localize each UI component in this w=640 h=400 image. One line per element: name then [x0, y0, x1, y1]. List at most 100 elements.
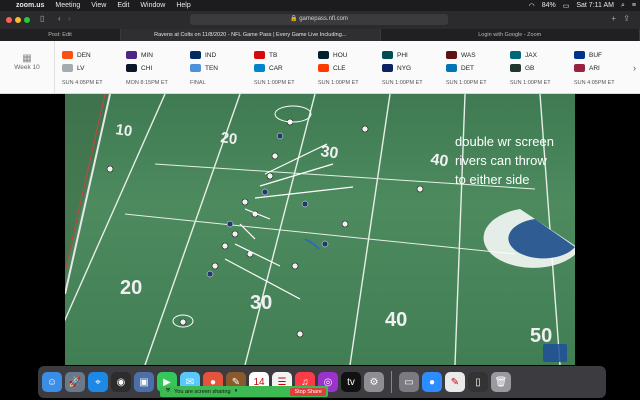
team-name: GB — [525, 64, 535, 72]
share-status-text: You are screen sharing — [174, 388, 231, 395]
team-logo — [446, 51, 457, 59]
game-time: FINAL — [190, 80, 206, 86]
minimize-window-button[interactable] — [15, 17, 21, 23]
week-label: Week 10 — [14, 64, 40, 71]
launchpad-icon[interactable]: 🚀 — [65, 372, 85, 392]
team-name: MIN — [141, 51, 153, 59]
battery-percent[interactable]: 84% — [542, 2, 556, 9]
team-name: WAS — [461, 51, 476, 59]
team-name: NYG — [397, 64, 412, 72]
game-card[interactable]: PHI NYG SUN 1:00PM ET — [378, 41, 440, 93]
address-text: gamepass.nfl.com — [299, 16, 348, 22]
yard-number: 30 — [319, 143, 339, 162]
lock-icon: 🔒 — [290, 16, 298, 22]
safari-icon[interactable]: ⌖ — [88, 372, 108, 392]
address-bar[interactable]: 🔒 gamepass.nfl.com — [190, 14, 448, 25]
game-card[interactable]: HOU CLE SUN 1:00PM ET — [314, 41, 376, 93]
team-name: CHI — [141, 64, 153, 72]
screenshots-icon[interactable]: ▯ — [468, 372, 488, 392]
game-time: SUN 4:05PM ET — [62, 80, 103, 86]
calendar-icon: ▦ — [22, 53, 32, 64]
system-prefs-icon[interactable]: ⚙ — [364, 372, 384, 392]
team-logo — [382, 64, 393, 72]
game-time: SUN 4:05PM ET — [574, 80, 615, 86]
menu-edit[interactable]: Edit — [117, 2, 129, 9]
next-games-icon[interactable]: › — [633, 63, 636, 73]
team-logo — [574, 64, 585, 72]
team-logo — [446, 64, 457, 72]
stop-share-button[interactable]: Stop Share — [290, 387, 326, 396]
image-capture-icon[interactable]: ▭ — [399, 372, 419, 392]
menu-meeting[interactable]: Meeting — [55, 2, 80, 9]
team-logo — [382, 51, 393, 59]
game-time: MON 8:15PM ET — [126, 80, 168, 86]
team-name: TEN — [205, 64, 218, 72]
team-name: ARI — [589, 64, 600, 72]
yard-number: 20 — [219, 129, 238, 148]
tv-icon[interactable]: tv — [341, 372, 361, 392]
game-time: SUN 1:00PM ET — [254, 80, 295, 86]
game-card[interactable]: WAS DET SUN 1:00PM ET — [442, 41, 504, 93]
tab-post-edit[interactable]: Post: Edit — [0, 29, 121, 41]
menu-window[interactable]: Window — [140, 2, 165, 9]
finder-icon[interactable]: ☺ — [42, 372, 62, 392]
search-icon[interactable]: ⌕ — [621, 2, 625, 10]
team-name: CLE — [333, 64, 346, 72]
forward-icon[interactable]: › — [68, 14, 71, 23]
tab-game-pass[interactable]: Ravens at Colts on 11/8/2020 - NFL Game … — [121, 29, 381, 41]
tab-bar: Post: Edit Ravens at Colts on 11/8/2020 … — [0, 29, 640, 41]
zoom-window-button[interactable] — [24, 17, 30, 23]
nfl-logo — [543, 344, 567, 362]
game-time: SUN 1:00PM ET — [510, 80, 551, 86]
shield-icon: ⛨ — [166, 388, 171, 394]
new-tab-icon[interactable]: + — [611, 14, 616, 23]
game-card[interactable]: BUF ARI SUN 4:05PM ET — [570, 41, 632, 93]
zoom-icon[interactable]: ● — [422, 372, 442, 392]
photos-icon[interactable]: ◉ — [111, 372, 131, 392]
game-card[interactable]: MIN CHI MON 8:15PM ET — [122, 41, 184, 93]
team-logo — [126, 64, 137, 72]
control-center-icon[interactable]: ≡ — [632, 2, 636, 9]
dock-divider — [391, 371, 392, 393]
menu-help[interactable]: Help — [176, 2, 190, 9]
game-time: SUN 1:00PM ET — [382, 80, 423, 86]
week-selector[interactable]: ▦ Week 10 — [0, 41, 55, 93]
team-logo — [126, 51, 137, 59]
team-name: HOU — [333, 51, 348, 59]
team-name: DEN — [77, 51, 91, 59]
team-name: BUF — [589, 51, 602, 59]
game-card[interactable]: DEN LV SUN 4:05PM ET — [58, 41, 120, 93]
team-logo — [318, 51, 329, 59]
textedit-icon[interactable]: ✎ — [445, 372, 465, 392]
game-card[interactable]: JAX GB SUN 1:00PM ET — [506, 41, 568, 93]
menu-app-name[interactable]: zoom.us — [16, 2, 44, 9]
tab-zoom-login[interactable]: Login with Google - Zoom — [381, 29, 640, 41]
share-icon[interactable]: ⇪ — [623, 14, 630, 23]
annotation-text: double wr screen rivers can throw to eit… — [455, 132, 554, 189]
game-time: SUN 1:00PM ET — [446, 80, 487, 86]
menubar: zoom.us Meeting View Edit Window Help ◠ … — [0, 0, 640, 11]
clock[interactable]: Sat 7:11 AM — [576, 2, 614, 9]
menu-view[interactable]: View — [91, 2, 106, 9]
team-logo — [510, 51, 521, 59]
schedule-strip: ▦ Week 10 DEN LV SUN 4:05PM ET MIN CHI MON 8:… — [0, 41, 640, 94]
game-card[interactable]: TB CAR SUN 1:00PM ET — [250, 41, 312, 93]
back-icon[interactable]: ‹ — [58, 14, 61, 23]
preview-icon[interactable]: ▣ — [134, 372, 154, 392]
team-logo — [190, 64, 201, 72]
annotation-line: double wr screen — [455, 134, 554, 149]
screen-share-bar: ⛨ You are screen sharing ⏸ Stop Share — [160, 386, 328, 397]
trash-icon[interactable]: 🗑 — [491, 372, 511, 392]
battery-icon[interactable]: ▭ — [563, 2, 570, 10]
game-video[interactable]: 10 20 30 40 50 20 30 40 double wr screen… — [65, 94, 575, 365]
sidebar-toggle-icon[interactable]: ▯ — [40, 14, 44, 23]
wifi-icon[interactable]: ◠ — [529, 2, 535, 10]
team-logo — [318, 64, 329, 72]
team-name: PHI — [397, 51, 408, 59]
team-name: IND — [205, 51, 217, 59]
yard-number: 40 — [429, 151, 449, 170]
game-card[interactable]: IND TEN FINAL — [186, 41, 248, 93]
pause-icon[interactable]: ⏸ — [235, 388, 238, 395]
annotation-line: rivers can throw — [455, 153, 547, 168]
close-window-button[interactable] — [6, 17, 12, 23]
